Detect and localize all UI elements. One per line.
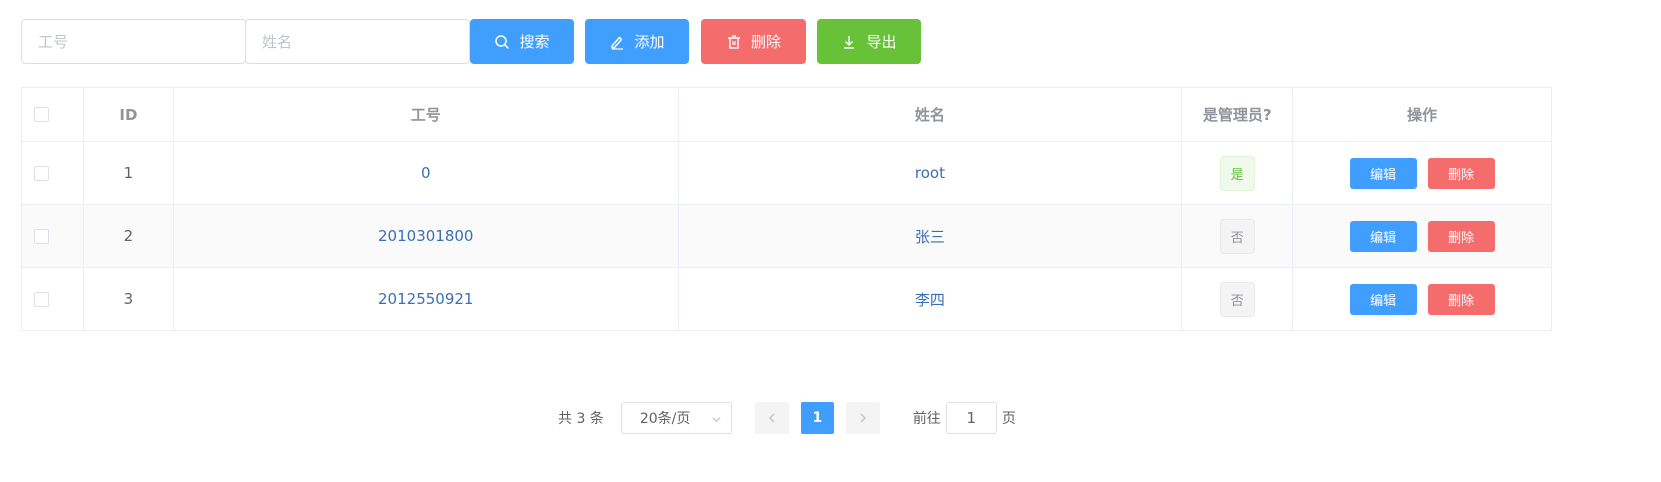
row-select-cell	[22, 268, 84, 330]
goto-prefix: 前往	[912, 411, 941, 427]
edit-button[interactable]: 编辑	[1349, 283, 1417, 315]
batch-delete-button[interactable]: 删除	[701, 19, 806, 64]
cell-name: 李四	[679, 268, 1183, 330]
row-select-cell	[22, 142, 84, 204]
cell-is-admin: 否	[1182, 268, 1294, 330]
search-button[interactable]: 搜索	[470, 19, 574, 64]
chevron-down-icon	[712, 417, 721, 423]
page-number-current[interactable]: 1	[800, 402, 834, 434]
cell-job-no: 0	[174, 142, 679, 204]
header-job-no: 工号	[174, 88, 679, 141]
add-button[interactable]: 添加	[585, 19, 689, 64]
batch-delete-button-label: 删除	[750, 33, 781, 51]
cell-id: 2	[84, 205, 174, 267]
admin-tag: 是	[1219, 155, 1255, 191]
export-button-label: 导出	[866, 33, 897, 51]
edit-button[interactable]: 编辑	[1349, 157, 1417, 189]
row-select-cell	[22, 205, 84, 267]
header-actions: 操作	[1293, 88, 1552, 141]
row-checkbox[interactable]	[34, 165, 49, 181]
cell-id: 3	[84, 268, 174, 330]
row-checkbox[interactable]	[34, 228, 49, 244]
edit-button[interactable]: 编辑	[1349, 220, 1417, 252]
table-row: 3 2012550921 李四 否 编辑 删除	[22, 268, 1552, 331]
cell-is-admin: 否	[1182, 205, 1294, 267]
page-size-select[interactable]: 20条/页	[620, 402, 732, 434]
search-icon	[495, 34, 510, 49]
job-no-search-input[interactable]	[21, 19, 246, 64]
chevron-right-icon	[860, 413, 866, 423]
delete-button[interactable]: 删除	[1427, 283, 1495, 315]
cell-actions: 编辑 删除	[1293, 268, 1552, 330]
toolbar: 搜索 添加 删除 导出	[21, 19, 921, 64]
delete-button[interactable]: 删除	[1427, 157, 1495, 189]
table-row: 2 2010301800 张三 否 编辑 删除	[22, 205, 1552, 268]
table-row: 1 0 root 是 编辑 删除	[22, 142, 1552, 205]
header-name: 姓名	[679, 88, 1183, 141]
header-select-cell	[22, 88, 84, 141]
select-all-checkbox[interactable]	[34, 107, 49, 122]
cell-id: 1	[84, 142, 174, 204]
cell-is-admin: 是	[1182, 142, 1294, 204]
cell-name: root	[679, 142, 1183, 204]
row-checkbox[interactable]	[34, 291, 49, 307]
export-button[interactable]: 导出	[817, 19, 921, 64]
cell-job-no: 2012550921	[174, 268, 679, 330]
page-size-value: 20条/页	[639, 411, 691, 427]
admin-tag: 否	[1219, 281, 1255, 317]
prev-page-button[interactable]	[754, 402, 789, 434]
cell-name: 张三	[679, 205, 1183, 267]
name-search-input[interactable]	[245, 19, 470, 64]
pagination-total: 共 3 条	[558, 411, 604, 427]
header-is-admin: 是管理员?	[1182, 88, 1294, 141]
goto-suffix: 页	[1001, 411, 1016, 427]
user-table: ID 工号 姓名 是管理员? 操作 1 0 root 是 编辑 删除 2 201…	[21, 87, 1552, 331]
table-header-row: ID 工号 姓名 是管理员? 操作	[22, 88, 1552, 142]
cell-actions: 编辑 删除	[1293, 205, 1552, 267]
header-id: ID	[84, 88, 174, 141]
cell-actions: 编辑 删除	[1293, 142, 1552, 204]
chevron-left-icon	[768, 413, 775, 423]
next-page-button[interactable]	[845, 402, 880, 434]
search-button-label: 搜索	[519, 33, 550, 51]
delete-button[interactable]: 删除	[1427, 220, 1495, 252]
goto-page-input[interactable]	[945, 402, 997, 434]
admin-tag: 否	[1219, 218, 1255, 254]
trash-icon	[727, 34, 740, 49]
download-icon	[844, 35, 855, 49]
cell-job-no: 2010301800	[174, 205, 679, 267]
add-button-label: 添加	[634, 33, 665, 51]
pagination: 共 3 条 20条/页 1 前往 页	[558, 402, 1016, 434]
edit-icon	[611, 36, 624, 50]
